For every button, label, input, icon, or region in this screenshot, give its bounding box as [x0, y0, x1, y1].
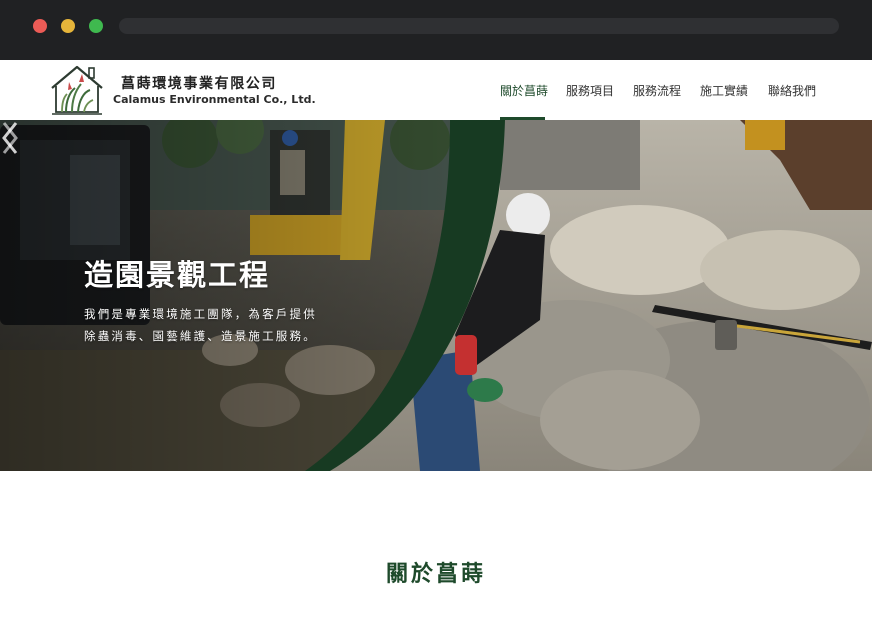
nav-item-process[interactable]: 服務流程	[633, 82, 681, 99]
hero-description-line-2: 除蟲消毒、園藝維護、造景施工服務。	[84, 329, 317, 343]
chevron-right-icon[interactable]	[0, 120, 20, 156]
house-plant-logo-icon[interactable]	[48, 62, 106, 118]
nav-item-contact[interactable]: 聯絡我們	[768, 82, 816, 99]
hero-title: 造園景觀工程	[84, 258, 271, 292]
hero-banner: 造園景觀工程 我們是專業環境施工團隊，為客戶提供 除蟲消毒、園藝維護、造景施工服…	[0, 120, 872, 471]
hero-construction-photo	[0, 120, 872, 471]
address-bar[interactable]	[119, 18, 839, 34]
brand-name-zh[interactable]: 菖蒔環境事業有限公司	[121, 73, 277, 93]
maximize-window-button[interactable]	[89, 19, 103, 33]
hero-description-line-1: 我們是專業環境施工團隊，為客戶提供	[84, 307, 317, 321]
nav-item-services[interactable]: 服務項目	[566, 82, 614, 99]
minimize-window-button[interactable]	[61, 19, 75, 33]
nav-item-portfolio[interactable]: 施工實績	[700, 82, 748, 99]
about-section-title: 關於菖蒔	[385, 562, 486, 587]
nav-item-about[interactable]: 關於菖蒔	[500, 82, 548, 99]
browser-chrome	[0, 0, 872, 60]
close-window-button[interactable]	[33, 19, 47, 33]
brand-name-en[interactable]: Calamus Environmental Co., Ltd.	[113, 93, 316, 106]
